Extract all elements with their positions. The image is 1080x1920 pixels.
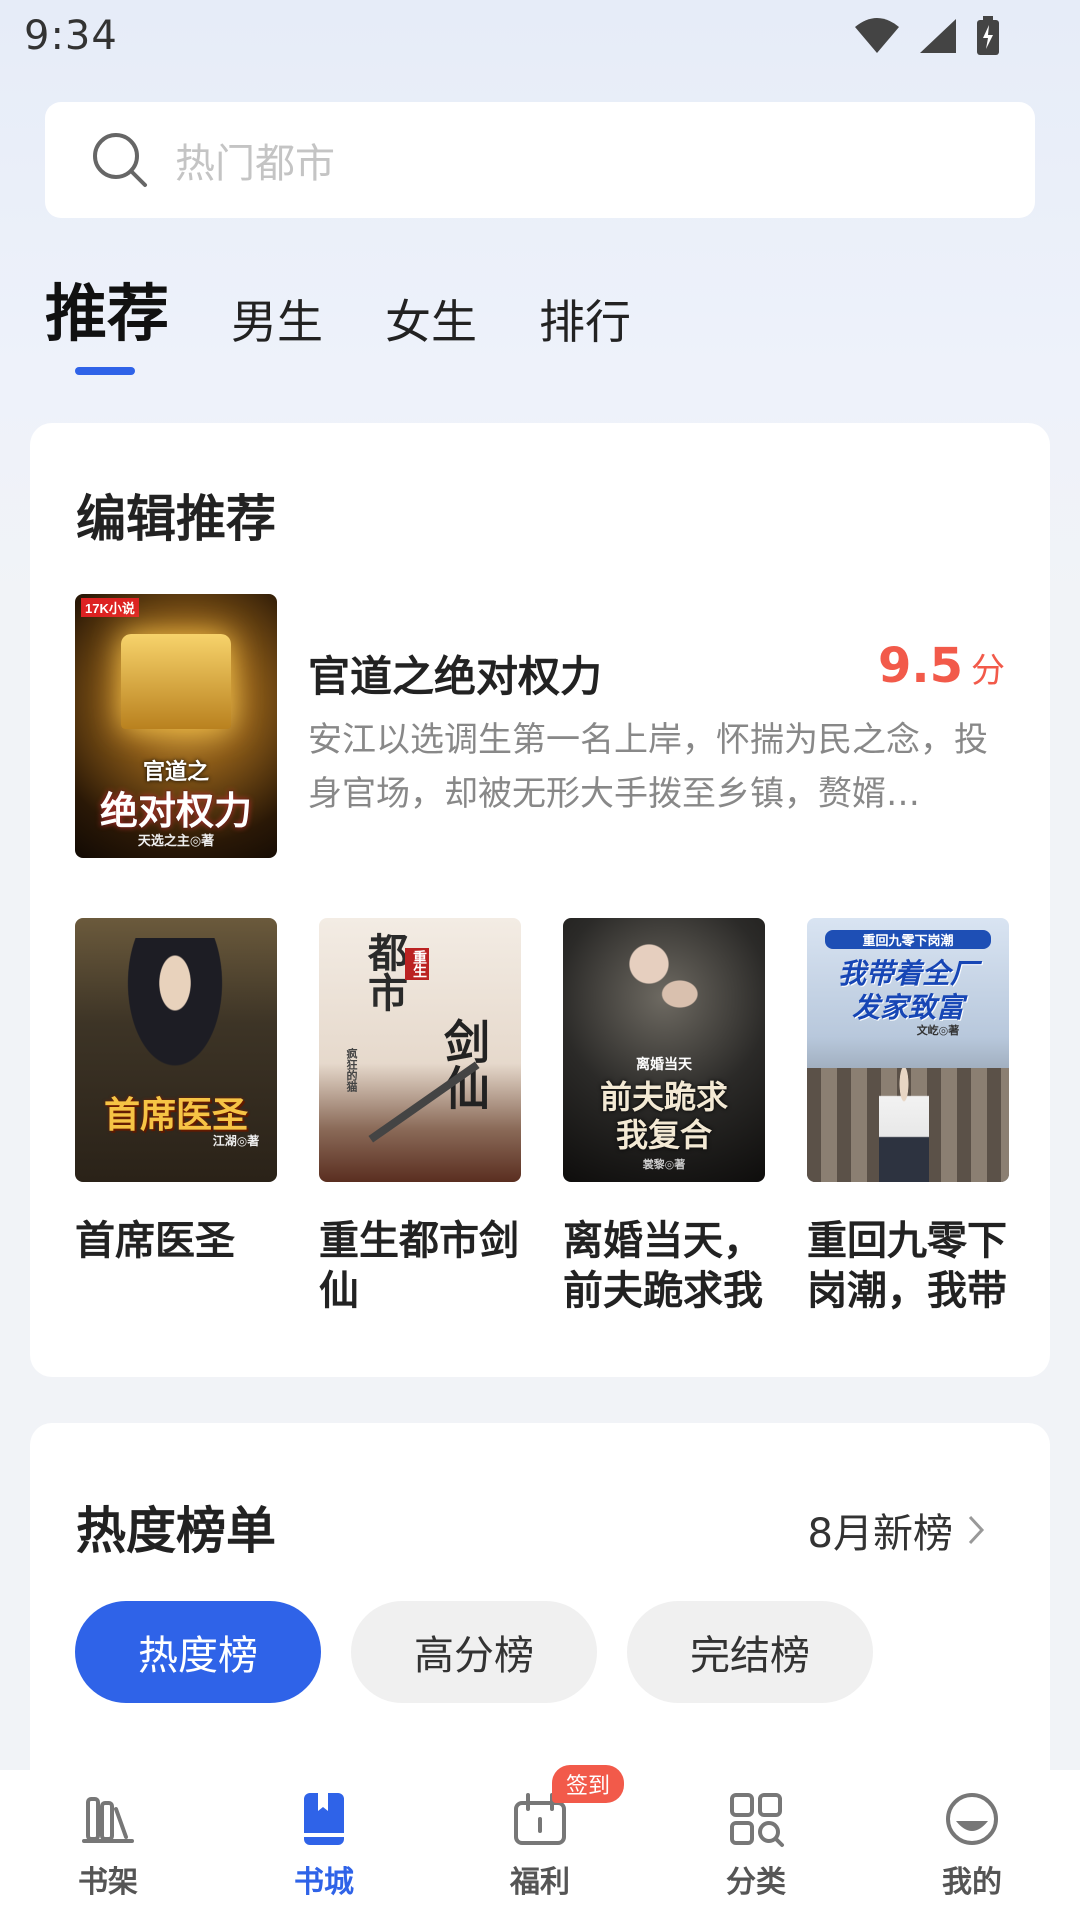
cover-title-line1: 都市 bbox=[361, 932, 408, 1012]
tab-active-indicator bbox=[75, 367, 135, 375]
book-title[interactable]: 离婚当天，前夫跪求我复合 bbox=[563, 1216, 765, 1316]
ranking-filter-pills: 热度榜 高分榜 完结榜 bbox=[75, 1601, 873, 1703]
bookshelf-icon bbox=[82, 1797, 134, 1843]
battery-icon bbox=[977, 16, 999, 55]
search-icon bbox=[93, 133, 147, 187]
cover-title-line2: 绝对权力 bbox=[99, 788, 252, 833]
hot-more-label: 8月新榜 bbox=[807, 1511, 953, 1557]
book-cover[interactable]: 重回九零下岗潮 我带着全厂 发家致富 文屹◎著 bbox=[807, 918, 1009, 1182]
book-item[interactable]: 都市 重生 剑仙 疯狂的猫 重生都市剑仙 bbox=[319, 918, 521, 1316]
cover-tag: 离婚当天 bbox=[636, 1057, 692, 1073]
book-item[interactable]: 离婚当天 前夫跪求 我复合 裳黎◎著 离婚当天，前夫跪求我复合 bbox=[563, 918, 765, 1316]
top-tabs: 推荐 男生 女生 排行 bbox=[45, 265, 693, 375]
bottom-nav: 书架 书城 签到 福利 分类 我的 bbox=[0, 1765, 1080, 1920]
book-grid: 首席医圣 江湖◎著 首席医圣 都市 重生 剑仙 疯狂的猫 重生都市剑仙 离婚当天… bbox=[75, 918, 1009, 1316]
pill-high-score[interactable]: 高分榜 bbox=[351, 1601, 597, 1703]
book-cover[interactable]: 都市 重生 剑仙 疯狂的猫 bbox=[319, 918, 521, 1182]
cover-tag: 重回九零下岗潮 bbox=[825, 930, 991, 949]
cover-tag: 重生 bbox=[405, 948, 429, 980]
nav-label: 书架 bbox=[78, 1865, 138, 1900]
wifi-icon bbox=[855, 18, 899, 53]
book-title[interactable]: 首席医圣 bbox=[75, 1216, 277, 1316]
cover-seal-art bbox=[121, 634, 231, 729]
profile-icon bbox=[946, 1793, 998, 1845]
signal-icon bbox=[920, 19, 956, 53]
cover-figure-art bbox=[879, 1068, 929, 1182]
book-item[interactable]: 首席医圣 江湖◎著 首席医圣 bbox=[75, 918, 277, 1316]
tab-ranking[interactable]: 排行 bbox=[539, 299, 631, 375]
search-placeholder: 热门都市 bbox=[175, 141, 335, 187]
nav-item-category[interactable]: 分类 bbox=[648, 1789, 864, 1901]
featured-book-title[interactable]: 官道之绝对权力 bbox=[308, 643, 602, 704]
score-value: 9.5 bbox=[877, 638, 963, 694]
book-cover[interactable]: 首席医圣 江湖◎著 bbox=[75, 918, 277, 1182]
cover-title-line2: 发家致富 bbox=[851, 991, 964, 1024]
cover-author: 江湖◎著 bbox=[212, 1134, 260, 1148]
status-icons bbox=[854, 16, 1000, 56]
cover-figure-art bbox=[115, 938, 235, 1088]
cover-author: 疯狂的猫 bbox=[345, 1048, 358, 1092]
cover-title-line2: 我复合 bbox=[615, 1116, 712, 1154]
cover-author: 文屹◎著 bbox=[916, 1024, 960, 1037]
book-title[interactable]: 重回九零下岗潮，我带着全厂发家致富 bbox=[807, 1216, 1009, 1316]
nav-item-profile[interactable]: 我的 bbox=[864, 1789, 1080, 1901]
category-grid-icon bbox=[730, 1793, 784, 1847]
nav-label: 福利 bbox=[510, 1865, 570, 1900]
cover-couple-art bbox=[593, 928, 733, 1048]
pill-completed[interactable]: 完结榜 bbox=[627, 1601, 873, 1703]
nav-label: 分类 bbox=[726, 1865, 786, 1900]
tab-female[interactable]: 女生 bbox=[385, 299, 477, 375]
nav-label: 我的 bbox=[942, 1865, 1002, 1900]
nav-item-bookstore[interactable]: 书城 bbox=[216, 1789, 432, 1901]
cover-author: 裳黎◎著 bbox=[642, 1158, 686, 1171]
tab-recommend[interactable]: 推荐 bbox=[45, 283, 169, 375]
status-bar: 9:34 bbox=[0, 0, 1080, 72]
hot-more-link[interactable]: 8月新榜 bbox=[808, 1501, 985, 1559]
featured-book-score: 9.5 分 bbox=[878, 638, 1005, 694]
editor-recommend-card: 编辑推荐 17K小说 官道之 绝对权力 天选之主◎著 官道之绝对权力 9.5 分… bbox=[30, 423, 1050, 1377]
bookstore-icon bbox=[304, 1793, 344, 1845]
chevron-right-icon bbox=[968, 1515, 985, 1545]
nav-label: 书城 bbox=[294, 1865, 354, 1900]
featured-book-description: 安江以选调生第一名上岸，怀揣为民之念，投身官场，却被无形大手拨至乡镇，赘婿… bbox=[308, 720, 988, 814]
book-cover[interactable]: 离婚当天 前夫跪求 我复合 裳黎◎著 bbox=[563, 918, 765, 1182]
nav-item-bookshelf[interactable]: 书架 bbox=[0, 1789, 216, 1901]
book-title[interactable]: 重生都市剑仙 bbox=[319, 1216, 521, 1316]
section-title-editor: 编辑推荐 bbox=[76, 490, 276, 548]
book-item[interactable]: 重回九零下岗潮 我带着全厂 发家致富 文屹◎著 重回九零下岗潮，我带着全厂发家致… bbox=[807, 918, 1009, 1316]
tab-male[interactable]: 男生 bbox=[231, 299, 323, 375]
section-title-hot: 热度榜单 bbox=[76, 1502, 276, 1560]
score-unit: 分 bbox=[971, 651, 1005, 691]
cover-author: 天选之主◎著 bbox=[137, 834, 215, 849]
cover-title: 首席医圣 bbox=[103, 1094, 248, 1136]
nav-item-welfare[interactable]: 签到 福利 bbox=[432, 1765, 648, 1901]
search-input[interactable]: 热门都市 bbox=[45, 102, 1035, 218]
pill-hot[interactable]: 热度榜 bbox=[75, 1601, 321, 1703]
featured-book-cover[interactable]: 17K小说 官道之 绝对权力 天选之主◎著 bbox=[75, 594, 277, 858]
cover-brand: 17K小说 bbox=[81, 598, 139, 617]
status-time: 9:34 bbox=[24, 13, 118, 59]
checkin-badge[interactable]: 签到 bbox=[552, 1765, 625, 1803]
